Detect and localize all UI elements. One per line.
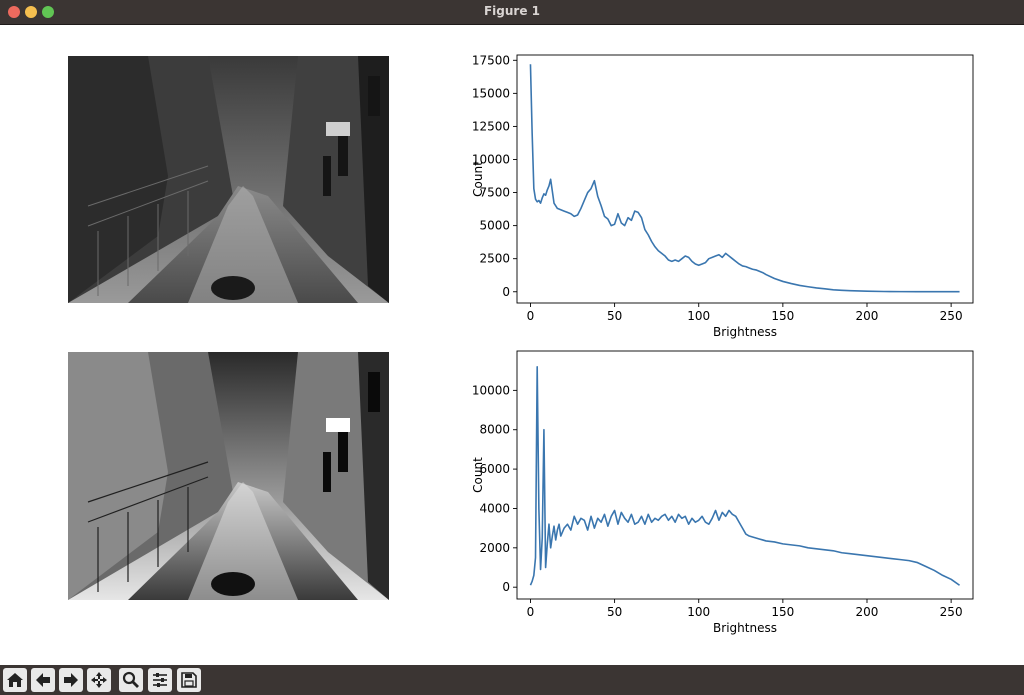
y-axis-label: Count — [471, 161, 485, 197]
x-tick-label: 250 — [940, 309, 963, 323]
equalized-street-image — [68, 352, 389, 600]
y-tick-label: 0 — [502, 285, 510, 299]
figure-canvas: 0 50 100 150 200 250 0 2500 5000 7500 10000 12500 15… — [0, 25, 1024, 665]
home-icon — [7, 673, 23, 687]
x-tick-label: 50 — [607, 605, 622, 619]
x-tick-label: 100 — [687, 309, 710, 323]
original-street-image — [68, 56, 389, 303]
x-tick-label: 50 — [607, 309, 622, 323]
x-tick-label: 250 — [940, 605, 963, 619]
x-tick-label: 200 — [856, 605, 879, 619]
x-tick-label: 0 — [527, 309, 535, 323]
x-tick-label: 0 — [527, 605, 535, 619]
y-tick-label: 17500 — [472, 53, 510, 67]
y-tick-label: 4000 — [479, 501, 510, 515]
y-tick-label: 0 — [502, 580, 510, 594]
histogram-line — [529, 64, 960, 293]
x-axis-label: Brightness — [713, 621, 777, 635]
histogram-equalized-chart: 0 50 100 150 200 2500200040006000800010000Bri… — [471, 350, 974, 635]
pan-button[interactable] — [87, 668, 111, 692]
configure-subplots-button[interactable] — [148, 668, 172, 692]
zoom-magnifier-icon — [122, 671, 139, 688]
y-tick-label: 10000 — [472, 383, 510, 397]
save-button[interactable] — [177, 668, 201, 692]
home-button[interactable] — [3, 668, 27, 692]
axes-frame — [516, 350, 974, 600]
x-tick-label: 100 — [687, 605, 710, 619]
zoom-button[interactable] — [119, 668, 143, 692]
x-tick-label: 200 — [856, 309, 879, 323]
forward-arrow-icon — [64, 673, 78, 687]
back-button[interactable] — [31, 668, 55, 692]
histogram-original-chart: 0 50 100 150 200 2500250050007500100001250015… — [471, 53, 974, 339]
y-tick-label: 8000 — [479, 423, 510, 437]
y-tick-label: 12500 — [472, 119, 510, 133]
navigation-toolbar — [0, 665, 1024, 695]
configure-subplots-icon — [153, 673, 167, 687]
x-tick-label: 150 — [771, 605, 794, 619]
window-title: Figure 1 — [483, 4, 541, 18]
forward-button[interactable] — [59, 668, 83, 692]
y-tick-label: 2500 — [479, 252, 510, 266]
y-tick-label: 2000 — [479, 541, 510, 555]
histogram-line — [529, 365, 960, 586]
y-tick-label: 15000 — [472, 86, 510, 100]
y-tick-label: 5000 — [479, 219, 510, 233]
x-axis-label: Brightness — [713, 325, 777, 339]
back-arrow-icon — [36, 673, 50, 687]
save-floppy-icon — [181, 672, 197, 688]
window-titlebar: Figure 1 — [0, 0, 1024, 25]
x-tick-label: 150 — [771, 309, 794, 323]
y-axis-label: Count — [471, 457, 485, 493]
pan-move-icon — [91, 672, 107, 688]
